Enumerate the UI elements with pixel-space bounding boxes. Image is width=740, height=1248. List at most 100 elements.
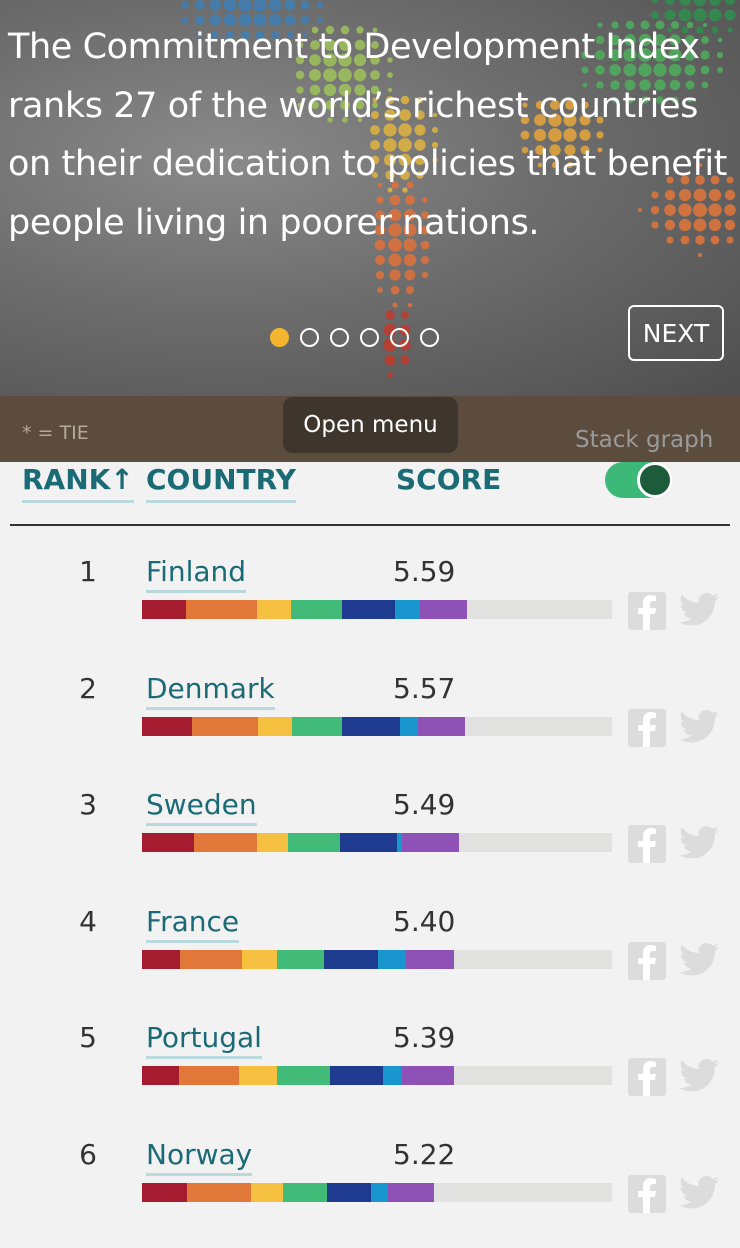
header-divider xyxy=(10,524,730,526)
pager-dot-5[interactable] xyxy=(390,328,409,347)
bar-segment xyxy=(179,949,242,969)
map-dot xyxy=(665,0,675,5)
facebook-icon[interactable] xyxy=(628,708,666,747)
rank-column-header[interactable]: RANK↑ xyxy=(22,463,134,503)
map-dot xyxy=(375,255,385,265)
map-dot xyxy=(390,285,400,295)
twitter-icon[interactable] xyxy=(679,593,719,627)
bar-segment xyxy=(238,1066,278,1085)
map-dot xyxy=(404,269,416,281)
toggle-knob xyxy=(637,462,673,498)
bar-segment xyxy=(401,1066,455,1085)
bar-segment xyxy=(187,1182,251,1202)
facebook-icon[interactable] xyxy=(628,592,666,630)
map-dot xyxy=(238,0,252,12)
stack-graph-toggle[interactable] xyxy=(605,462,673,498)
facebook-icon[interactable] xyxy=(628,941,666,980)
stack-graph-label: Stack graph xyxy=(575,427,714,453)
score-stack-bar xyxy=(142,1066,612,1085)
bar-segment xyxy=(418,716,465,736)
map-dot xyxy=(181,1,189,9)
map-dot xyxy=(384,354,396,366)
twitter-icon[interactable] xyxy=(679,1175,719,1210)
bar-segment xyxy=(179,1066,239,1085)
score-column-header[interactable]: SCORE xyxy=(396,463,501,500)
score-value: 5.39 xyxy=(393,1021,456,1054)
country-link[interactable]: Norway xyxy=(146,1138,253,1176)
country-column-header[interactable]: COUNTRY xyxy=(146,463,296,503)
map-dot xyxy=(195,0,205,10)
pager-dot-4[interactable] xyxy=(360,328,379,347)
bar-segment xyxy=(341,716,400,736)
map-dot xyxy=(420,255,430,265)
country-link[interactable]: Finland xyxy=(146,555,247,593)
country-link[interactable]: France xyxy=(146,905,240,943)
bar-segment xyxy=(399,716,419,736)
score-value: 5.22 xyxy=(393,1137,456,1171)
map-dot xyxy=(387,372,393,378)
pager-dot-6[interactable] xyxy=(420,328,439,347)
twitter-icon[interactable] xyxy=(679,1059,719,1093)
score-value: 5.59 xyxy=(393,555,456,588)
table-row: 6 Norway 5.22 xyxy=(0,1138,740,1248)
bar-segment xyxy=(420,600,467,619)
score-stack-bar xyxy=(142,716,612,736)
pager-dot-1[interactable] xyxy=(270,328,289,347)
table-row: 1 Finland 5.59 xyxy=(0,555,740,665)
pager-dot-3[interactable] xyxy=(330,328,349,347)
twitter-icon[interactable] xyxy=(679,826,719,860)
tie-legend-note: * = TIE xyxy=(22,422,89,444)
bar-segment xyxy=(291,600,342,619)
map-dot xyxy=(268,0,282,12)
map-dot xyxy=(405,285,415,295)
bar-segment xyxy=(258,716,293,736)
map-dot xyxy=(209,0,221,11)
bar-segment xyxy=(292,716,342,736)
map-dot xyxy=(727,27,733,33)
bar-segment xyxy=(257,833,288,852)
twitter-icon[interactable] xyxy=(679,942,719,977)
table-row: 2 Denmark 5.57 xyxy=(0,672,740,782)
map-dot xyxy=(401,311,409,319)
country-link[interactable]: Sweden xyxy=(146,788,257,826)
country-link[interactable]: Portugal xyxy=(146,1021,262,1059)
bar-segment xyxy=(257,600,292,619)
bar-segment xyxy=(395,600,421,619)
map-dot xyxy=(693,0,707,7)
table-row: 3 Sweden 5.49 xyxy=(0,788,740,898)
bar-segment xyxy=(241,949,277,969)
map-dot xyxy=(400,355,410,365)
map-dot xyxy=(651,0,659,4)
map-dot xyxy=(388,253,402,267)
bar-segment xyxy=(383,1066,402,1085)
bar-segment xyxy=(283,1182,327,1202)
map-dot xyxy=(709,0,721,6)
bar-segment xyxy=(142,949,180,969)
map-dot xyxy=(698,253,702,257)
map-dot xyxy=(392,302,398,308)
facebook-icon[interactable] xyxy=(628,825,666,863)
map-dot xyxy=(316,1,324,9)
next-button[interactable]: NEXT xyxy=(628,305,724,361)
table-row: 4 France 5.40 xyxy=(0,905,740,1015)
bar-segment xyxy=(401,833,460,852)
bar-segment xyxy=(327,1182,371,1202)
bar-segment xyxy=(192,716,259,736)
country-link[interactable]: Denmark xyxy=(146,672,275,710)
rank-value: 2 xyxy=(79,671,97,705)
twitter-icon[interactable] xyxy=(679,709,719,744)
map-dot xyxy=(223,0,237,12)
bar-segment xyxy=(142,1066,179,1085)
pager-dot-2[interactable] xyxy=(300,328,319,347)
facebook-icon[interactable] xyxy=(628,1058,666,1096)
bar-segment xyxy=(329,1066,384,1085)
bar-segment xyxy=(142,716,193,736)
bar-segment xyxy=(406,949,455,969)
map-dot xyxy=(385,310,395,320)
bar-segment xyxy=(341,600,396,619)
bar-segment xyxy=(142,600,186,619)
open-menu-button[interactable]: Open menu xyxy=(283,397,458,453)
hero-description: The Commitment to Development Index rank… xyxy=(8,27,727,243)
map-dot xyxy=(377,287,383,293)
facebook-icon[interactable] xyxy=(628,1174,666,1213)
